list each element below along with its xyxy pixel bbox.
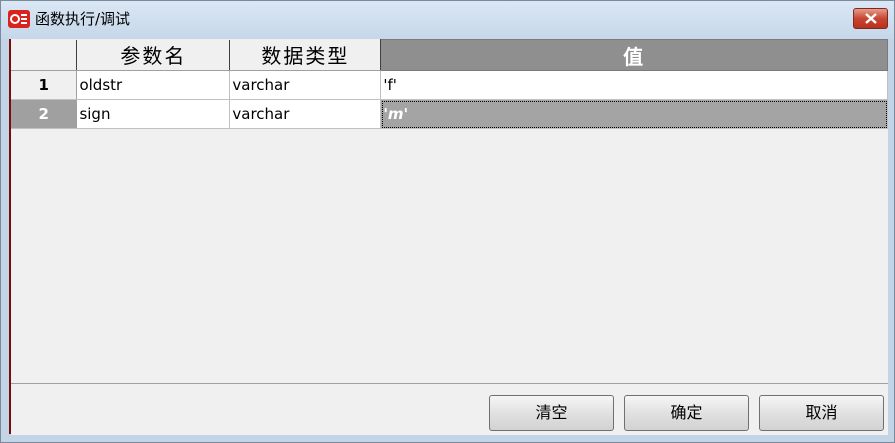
parameter-table: 参数名 数据类型 值 1 oldstr varchar 'f' 2 sign v… (11, 39, 888, 129)
table-row[interactable]: 2 sign varchar 'm' (11, 99, 888, 129)
header-row: 参数名 数据类型 值 (11, 39, 888, 71)
param-name-cell[interactable]: oldstr (76, 70, 231, 100)
data-type-cell[interactable]: varchar (229, 99, 382, 129)
dialog-window: 函数执行/调试 参数名 数据类型 值 1 oldstr varchar 'f' … (0, 0, 895, 443)
table-row[interactable]: 1 oldstr varchar 'f' (11, 70, 888, 100)
value-cell[interactable]: 'f' (380, 70, 888, 100)
header-rownum (11, 39, 78, 71)
header-value[interactable]: 值 (380, 39, 888, 71)
window-title: 函数执行/调试 (35, 10, 131, 28)
clear-button[interactable]: 清空 (489, 395, 614, 431)
value-cell[interactable]: 'm' (380, 99, 888, 129)
app-icon (8, 10, 30, 28)
header-param-name[interactable]: 参数名 (76, 39, 231, 71)
close-icon (865, 13, 877, 24)
header-data-type[interactable]: 数据类型 (229, 39, 382, 71)
title-bar[interactable]: 函数执行/调试 (1, 1, 894, 39)
dialog-body: 参数名 数据类型 值 1 oldstr varchar 'f' 2 sign v… (9, 39, 888, 435)
ok-button[interactable]: 确定 (624, 395, 749, 431)
data-type-cell[interactable]: varchar (229, 70, 382, 100)
cancel-button[interactable]: 取消 (759, 395, 884, 431)
parameter-grid[interactable]: 参数名 数据类型 值 1 oldstr varchar 'f' 2 sign v… (11, 39, 888, 383)
button-bar: 清空 确定 取消 (11, 383, 888, 435)
param-name-cell[interactable]: sign (76, 99, 231, 129)
close-button[interactable] (853, 8, 888, 29)
row-number[interactable]: 1 (11, 70, 78, 100)
row-number[interactable]: 2 (11, 99, 78, 129)
